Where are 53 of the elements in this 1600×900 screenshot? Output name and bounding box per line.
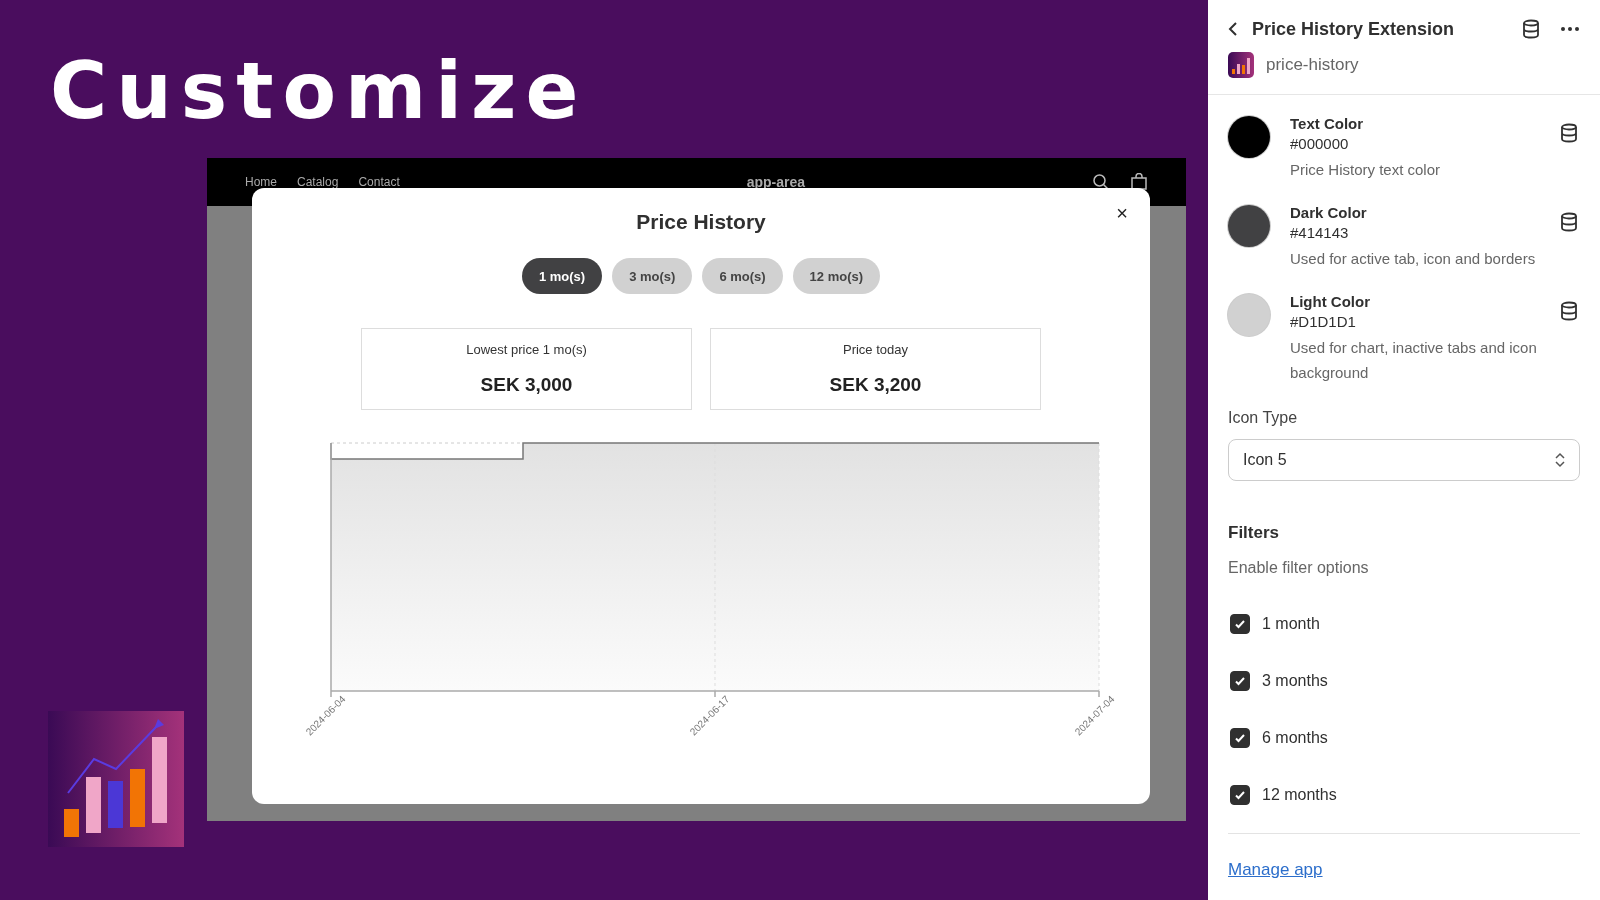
- database-icon[interactable]: [1560, 123, 1578, 143]
- checkbox[interactable]: [1230, 785, 1250, 805]
- checkbox-label: 6 months: [1262, 729, 1328, 747]
- color-value: #D1D1D1: [1290, 313, 1357, 330]
- back-icon[interactable]: [1228, 21, 1238, 37]
- panel-title: Price History Extension: [1252, 18, 1456, 40]
- checkbox-label: 1 month: [1262, 615, 1320, 633]
- setting-description: Used for active tab, icon and borders: [1290, 249, 1537, 269]
- checkbox-label: 3 months: [1262, 672, 1328, 690]
- headline: Customize: [49, 45, 589, 138]
- color-swatch[interactable]: [1228, 294, 1270, 336]
- checkbox-label: 12 months: [1262, 786, 1337, 804]
- checkbox[interactable]: [1230, 614, 1250, 634]
- database-icon[interactable]: [1560, 212, 1578, 232]
- checkbox[interactable]: [1230, 671, 1250, 691]
- app-handle: price-history: [1266, 55, 1359, 75]
- section-title: Filters: [1228, 523, 1281, 543]
- more-icon[interactable]: [1560, 26, 1580, 32]
- app-logo-icon: [1228, 52, 1254, 78]
- field-label: Icon Type: [1228, 409, 1299, 427]
- checkbox[interactable]: [1230, 728, 1250, 748]
- modal-title: Price History: [636, 210, 766, 234]
- price-label: Lowest price 1 mo(s): [466, 342, 587, 357]
- price-value: SEK 3,000: [480, 374, 573, 396]
- database-icon[interactable]: [1522, 19, 1540, 39]
- color-value: #414143: [1290, 224, 1350, 241]
- bag-icon[interactable]: [1130, 173, 1148, 191]
- setting-label: Text Color: [1290, 115, 1365, 132]
- setting-label: Dark Color: [1290, 204, 1368, 221]
- color-value: #000000: [1290, 135, 1350, 152]
- search-icon[interactable]: [1092, 173, 1110, 191]
- setting-description: Price History text color: [1290, 160, 1442, 180]
- manage-app-link[interactable]: Manage app: [1228, 860, 1323, 880]
- nav-link[interactable]: Home: [245, 175, 277, 189]
- section-description: Enable filter options: [1228, 559, 1370, 577]
- nav-link[interactable]: Catalog: [297, 175, 339, 189]
- period-tab[interactable]: 12 mo(s): [792, 258, 881, 294]
- close-button[interactable]: ×: [1112, 200, 1132, 227]
- nav-link[interactable]: Contact: [358, 175, 400, 189]
- price-label: Price today: [842, 342, 908, 357]
- color-swatch[interactable]: [1228, 116, 1270, 158]
- period-tab[interactable]: 3 mo(s): [612, 258, 693, 294]
- database-icon[interactable]: [1560, 301, 1578, 321]
- period-tab[interactable]: 6 mo(s): [702, 258, 783, 294]
- color-swatch[interactable]: [1228, 205, 1270, 247]
- store-name: app-area: [746, 174, 806, 190]
- chevron-updown-icon: [1555, 452, 1565, 468]
- period-tab[interactable]: 1 mo(s): [521, 258, 603, 294]
- setting-label: Light Color: [1290, 293, 1371, 310]
- icon-type-select[interactable]: Icon 5: [1228, 439, 1580, 481]
- price-value: SEK 3,200: [829, 374, 922, 396]
- setting-description: Used for chart, inactive tabs and icon background: [1290, 338, 1538, 383]
- app-logo-icon: [48, 711, 184, 847]
